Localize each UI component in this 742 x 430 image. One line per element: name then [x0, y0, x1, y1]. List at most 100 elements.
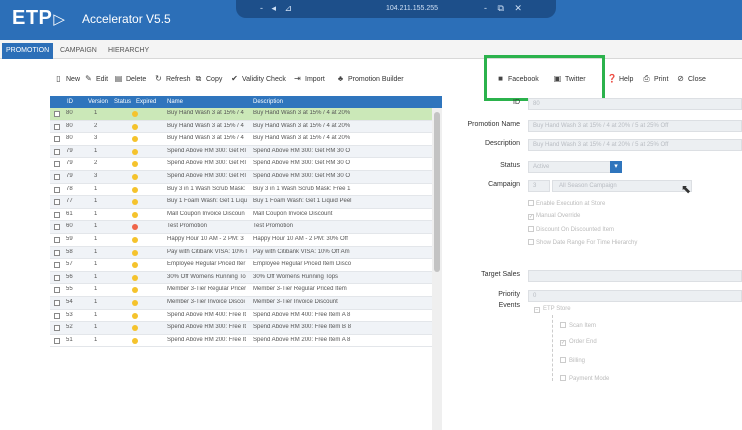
delete-label: Delete — [126, 76, 147, 83]
row-checkbox[interactable] — [54, 287, 60, 294]
cell-name: Pay with Citibank VISA: 10% I — [167, 248, 248, 255]
table-row[interactable]: 80 1 Buy Hand Wash 3 at 15% / 4 Buy Hand Wa… — [50, 108, 432, 121]
table-row[interactable]: 60 1 Test Promotion Test Promotion — [50, 221, 432, 234]
id-field[interactable]: 80 — [528, 98, 742, 110]
show-date-range-checkbox[interactable]: Show Date Range For Time Hierarchy — [528, 239, 637, 246]
table-row[interactable]: 57 1 Employee Regular Priced Iter Employee … — [50, 259, 432, 272]
checkbox-box[interactable] — [528, 226, 534, 232]
table-row[interactable]: 79 1 Spend Above RM 300: Get RI Spend Above… — [50, 145, 432, 159]
checkbox-box[interactable]: ✓ — [528, 214, 534, 220]
row-checkbox[interactable] — [54, 136, 60, 143]
chevron-down-icon[interactable]: ▾ — [610, 161, 622, 173]
checkbox-box[interactable] — [560, 322, 566, 328]
cell-name: Spend Above RM 400: Free It — [167, 311, 247, 318]
checkbox-box[interactable] — [528, 239, 534, 245]
row-checkbox[interactable] — [54, 211, 60, 218]
cell-description: Employee Regular Priced Item Disco — [253, 261, 352, 268]
table-row[interactable]: 55 1 Member 3-Tier Regular Pricer Member 3-… — [50, 284, 432, 297]
table-row[interactable]: 52 1 Spend Above RM 300: Free It Spend Abov… — [50, 322, 432, 335]
print-button[interactable]: ⎙ Print — [642, 72, 668, 86]
cell-name: Member 3-Tier Regular Pricer — [167, 286, 247, 293]
close-button[interactable]: ⊘ Close — [676, 72, 706, 86]
col-description[interactable]: Description — [253, 99, 283, 105]
table-row[interactable]: 61 1 Mall Coupon Invoice Discoun Mall Coupo… — [50, 209, 432, 222]
row-checkbox[interactable] — [54, 148, 60, 155]
grid-scrollbar[interactable] — [432, 108, 442, 430]
table-row[interactable]: 59 1 Happy Hour 10 AM - 2 PM: 3 Happy Hour … — [50, 234, 432, 247]
tab-campaign[interactable]: CAMPAIGN — [56, 43, 101, 59]
col-status[interactable]: Status — [114, 99, 131, 105]
row-checkbox[interactable] — [54, 123, 60, 130]
table-row[interactable]: 56 1 30% Off Womens Running To 30% Off Wome… — [50, 271, 432, 285]
discount-on-discounted-checkbox[interactable]: Discount On Discounted Item — [528, 226, 614, 233]
table-row[interactable]: 80 3 Buy Hand Wash 3 at 15% / 4 Buy Hand Wa… — [50, 133, 432, 146]
target-sales-field[interactable] — [528, 270, 742, 282]
table-row[interactable]: 77 1 Buy 1 Foam Wash: Get 1 Liqu Buy 1 Foam… — [50, 196, 432, 209]
collapse-icon[interactable]: − — [534, 307, 540, 313]
row-checkbox[interactable] — [54, 224, 60, 231]
copy-button[interactable]: ⧉ Copy — [194, 72, 223, 86]
table-row[interactable]: 58 1 Pay with Citibank VISA: 10% I Pay with… — [50, 246, 432, 260]
row-checkbox[interactable] — [54, 199, 60, 206]
remote-pin-controls[interactable]: - ◂ ⊿ — [260, 3, 295, 14]
table-row[interactable]: 51 1 Spend Above RM 200: Free It Spend Abov… — [50, 335, 432, 348]
checkbox-box[interactable] — [560, 375, 566, 381]
table-row[interactable]: 53 1 Spend Above RM 400: Free It Spend Abov… — [50, 310, 432, 323]
promotion-name-field[interactable]: Buy Hand Wash 3 at 15% / 4 at 20% / 5 at… — [528, 120, 742, 132]
row-checkbox[interactable] — [54, 161, 60, 168]
campaign-number-field[interactable]: 3 — [528, 180, 550, 192]
table-row[interactable]: 79 2 Spend Above RM 300: Get RI Spend Above… — [50, 158, 432, 171]
row-checkbox[interactable] — [54, 111, 60, 117]
table-row[interactable]: 54 1 Member 3-Tier Invoice Discoi Member 3-… — [50, 296, 432, 310]
event-billing[interactable]: Billing — [560, 357, 585, 364]
event-payment-mode[interactable]: Payment Mode — [560, 375, 609, 382]
row-checkbox[interactable] — [54, 274, 60, 281]
refresh-button[interactable]: ↻ Refresh — [154, 72, 190, 86]
cell-description: 30% Off Womens Running Tops — [253, 273, 339, 280]
checkbox-box[interactable] — [560, 357, 566, 363]
table-row[interactable]: 79 3 Spend Above RM 300: Get RI Spend Above… — [50, 170, 432, 184]
cell-id: 60 — [66, 223, 73, 230]
row-checkbox[interactable] — [54, 186, 60, 193]
edit-button[interactable]: ✎ Edit — [84, 72, 108, 86]
delete-button[interactable]: ▤ Delete — [114, 72, 147, 86]
row-checkbox[interactable] — [54, 262, 60, 269]
events-tree-root[interactable]: − ETP Store — [534, 306, 571, 313]
import-button[interactable]: ⇥ Import — [293, 72, 325, 86]
cell-name: Buy 1 Foam Wash: Get 1 Liqu — [167, 198, 248, 205]
row-checkbox[interactable] — [54, 312, 60, 319]
col-id[interactable]: ID — [67, 99, 73, 105]
row-checkbox[interactable] — [54, 173, 60, 180]
col-version[interactable]: Version — [88, 99, 108, 105]
table-row[interactable]: 78 1 Buy 3 in 1 Wash Scrub Mask: Buy 3 in 1… — [50, 184, 432, 197]
manual-override-checkbox[interactable]: ✓ Manual Override — [528, 213, 580, 220]
priority-field[interactable]: 0 — [528, 290, 742, 302]
tab-promotion[interactable]: PROMOTION — [2, 43, 54, 59]
remote-window-controls[interactable]: - ⧉ ✕ — [484, 3, 526, 14]
checkbox-box[interactable]: ✓ — [560, 340, 566, 346]
col-expired[interactable]: Expired — [136, 99, 156, 105]
remote-connection-bar[interactable]: - ◂ ⊿ 104.211.155.255 - ⧉ ✕ — [236, 0, 556, 18]
status-indicator-icon — [132, 274, 138, 281]
tab-hierarchy[interactable]: HIERARCHY — [104, 43, 153, 59]
help-button[interactable]: ❓ Help — [607, 72, 633, 86]
row-checkbox[interactable] — [54, 337, 60, 344]
status-select[interactable]: Active — [528, 161, 618, 173]
enable-execution-checkbox[interactable]: Enable Execution at Store — [528, 200, 605, 207]
grid-scroll-thumb[interactable] — [434, 112, 440, 272]
row-checkbox[interactable] — [54, 249, 60, 256]
row-checkbox[interactable] — [54, 325, 60, 332]
description-field[interactable]: Buy Hand Wash 3 at 15% / 4 at 20% / 5 at… — [528, 139, 742, 151]
promotion-builder-button[interactable]: ♣ Promotion Builder — [336, 72, 404, 86]
row-checkbox[interactable] — [54, 236, 60, 243]
col-name[interactable]: Name — [167, 99, 183, 105]
event-order-end[interactable]: ✓ Order End — [560, 339, 597, 346]
show-date-range-label: Show Date Range For Time Hierarchy — [536, 240, 638, 246]
campaign-select[interactable]: All Season Campaign — [552, 180, 692, 192]
new-button[interactable]: ▯ New — [54, 72, 80, 86]
table-row[interactable]: 80 2 Buy Hand Wash 3 at 15% / 4 Buy Hand Wa… — [50, 120, 432, 134]
checkbox-box[interactable] — [528, 200, 534, 206]
event-scan-item[interactable]: Scan Item — [560, 322, 596, 329]
row-checkbox[interactable] — [54, 299, 60, 306]
validity-check-button[interactable]: ✔ Validity Check — [230, 72, 286, 86]
